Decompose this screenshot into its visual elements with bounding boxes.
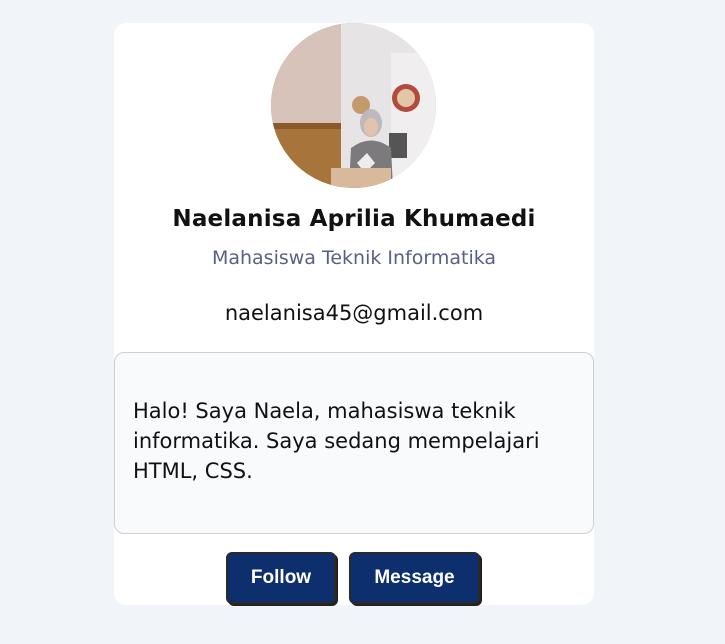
bio-text: Halo! Saya Naela, mahasiswa teknik infor… xyxy=(133,399,540,483)
message-button[interactable]: Message xyxy=(349,552,480,604)
profile-role: Mahasiswa Teknik Informatika xyxy=(211,247,497,269)
profile-name: Naelanisa Aprilia Khumaedi xyxy=(172,206,536,232)
profile-email: naelanisa45@gmail.com xyxy=(224,301,484,325)
avatar xyxy=(271,23,436,188)
follow-button[interactable]: Follow xyxy=(226,552,336,604)
bio-box: Halo! Saya Naela, mahasiswa teknik infor… xyxy=(114,352,594,534)
profile-card: Naelanisa Aprilia Khumaedi Mahasiswa Tek… xyxy=(114,23,594,605)
avatar-photo xyxy=(271,23,436,188)
